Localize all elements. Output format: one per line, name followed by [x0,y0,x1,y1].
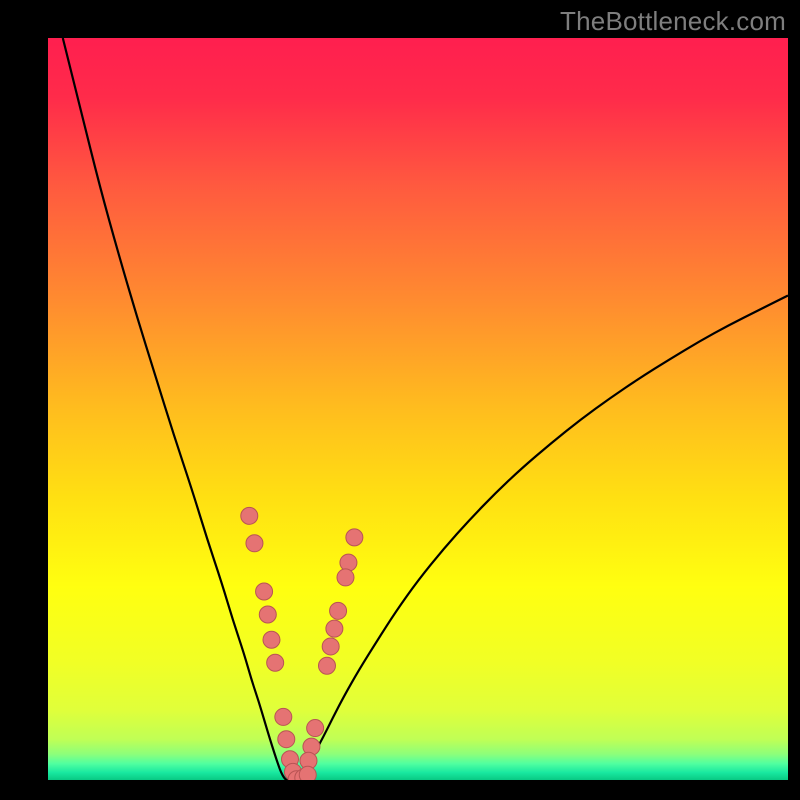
curve-marker [275,708,292,725]
curve-marker [322,638,339,655]
curve-marker [330,602,347,619]
curve-marker [340,554,357,571]
plot-area [48,38,788,780]
curve-markers [241,507,363,780]
curve-marker [246,535,263,552]
bottleneck-curve [63,38,788,780]
curve-marker [346,529,363,546]
curve-marker [241,507,258,524]
chart-frame: TheBottleneck.com [0,0,800,800]
curve-marker [307,720,324,737]
curve-marker [267,654,284,671]
curve-marker [299,766,316,780]
curve-marker [259,606,276,623]
curve-marker [337,569,354,586]
curve-layer [48,38,788,780]
curve-marker [263,631,280,648]
curve-marker [318,657,335,674]
curve-marker [256,583,273,600]
watermark-label: TheBottleneck.com [560,6,786,37]
curve-marker [278,731,295,748]
curve-marker [326,620,343,637]
